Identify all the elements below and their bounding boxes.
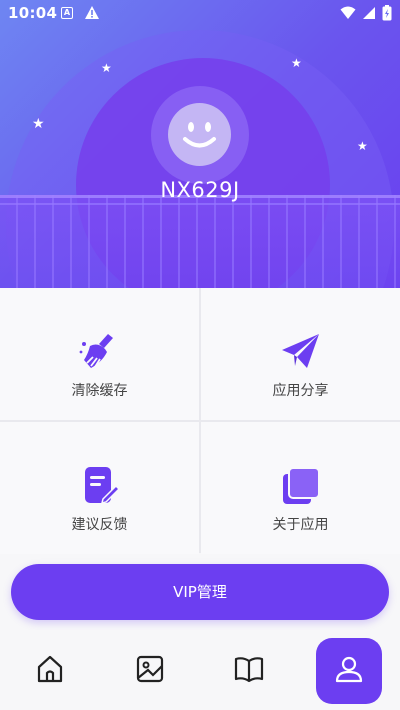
warning-icon xyxy=(85,6,99,19)
star-icon: ★ xyxy=(32,116,45,132)
grid-divider xyxy=(0,420,400,422)
battery-icon xyxy=(382,5,392,21)
star-icon: ★ xyxy=(101,61,112,75)
device-name: NX629J xyxy=(160,178,240,202)
broom-icon xyxy=(79,334,113,368)
copy-stack-icon xyxy=(283,467,320,504)
feedback-label: 建议反馈 xyxy=(71,517,128,533)
nav-reader[interactable] xyxy=(216,638,282,704)
status-time: 10:04 xyxy=(8,4,58,22)
book-icon xyxy=(234,657,264,683)
paper-plane-icon xyxy=(282,334,319,368)
star-icon: ★ xyxy=(291,56,302,70)
signal-icon xyxy=(363,7,375,19)
nav-profile[interactable] xyxy=(316,638,382,704)
home-icon xyxy=(37,655,63,683)
share-app-label: 应用分享 xyxy=(272,383,329,399)
vip-manage-button[interactable]: VIP管理 xyxy=(11,564,389,620)
profile-header: ★ ★ ★ ★ NX629J xyxy=(0,0,400,288)
share-app-button[interactable]: 应用分享 xyxy=(201,288,400,420)
avatar[interactable] xyxy=(168,103,231,166)
edit-document-icon xyxy=(85,467,121,505)
bottom-navigation xyxy=(0,630,400,710)
settings-grid: 清除缓存 应用分享 建议反馈 关于应用 xyxy=(0,288,400,554)
header-fence-decoration xyxy=(0,195,400,288)
nav-home[interactable] xyxy=(17,638,83,704)
user-icon xyxy=(335,656,363,683)
wifi-icon xyxy=(340,6,356,19)
feedback-button[interactable]: 建议反馈 xyxy=(0,422,199,554)
about-app-label: 关于应用 xyxy=(272,517,329,533)
gallery-icon xyxy=(136,655,164,683)
smiley-icon xyxy=(183,122,216,148)
status-bar: 10:04 A xyxy=(0,0,400,28)
nav-gallery[interactable] xyxy=(117,638,183,704)
about-app-button[interactable]: 关于应用 xyxy=(201,422,400,554)
clear-cache-label: 清除缓存 xyxy=(71,383,128,399)
notification-a-icon: A xyxy=(61,7,73,19)
star-icon: ★ xyxy=(357,139,368,153)
clear-cache-button[interactable]: 清除缓存 xyxy=(0,288,199,420)
